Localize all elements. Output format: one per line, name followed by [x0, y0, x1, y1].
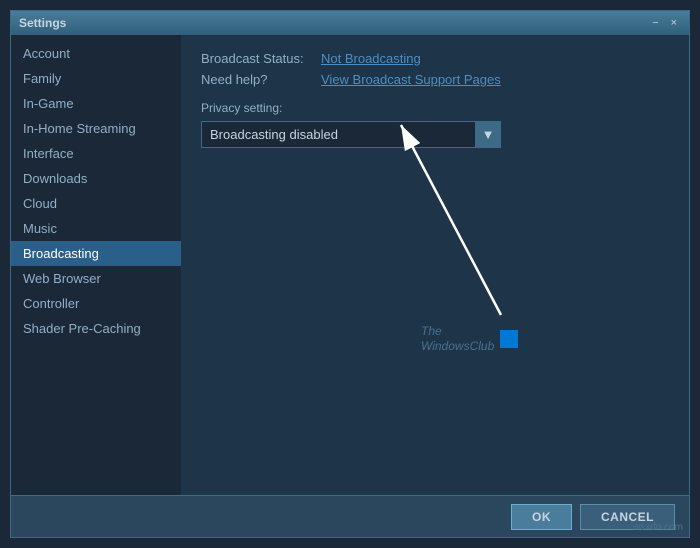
broadcast-status-label: Broadcast Status:: [201, 51, 321, 66]
sidebar-item-in-game[interactable]: In-Game: [11, 91, 181, 116]
sidebar-item-interface[interactable]: Interface: [11, 141, 181, 166]
privacy-dropdown-container: Broadcasting disabled Friends can watch …: [201, 121, 501, 148]
view-broadcast-support-link[interactable]: View Broadcast Support Pages: [321, 72, 501, 87]
broadcast-status-row: Broadcast Status: Not Broadcasting: [201, 51, 669, 66]
sidebar-item-family[interactable]: Family: [11, 66, 181, 91]
sidebar-item-web-browser[interactable]: Web Browser: [11, 266, 181, 291]
sidebar-item-account[interactable]: Account: [11, 41, 181, 66]
need-help-row: Need help? View Broadcast Support Pages: [201, 72, 669, 87]
watermark-icon: [500, 330, 518, 348]
titlebar-controls: − ×: [648, 15, 681, 31]
content-area: Account Family In-Game In-Home Streaming…: [11, 35, 689, 495]
ok-button[interactable]: OK: [511, 504, 572, 530]
sidebar-item-broadcasting[interactable]: Broadcasting: [11, 241, 181, 266]
sidebar-item-shader-pre-caching[interactable]: Shader Pre-Caching: [11, 316, 181, 341]
main-panel: Broadcast Status: Not Broadcasting Need …: [181, 35, 689, 495]
sidebar-item-in-home-streaming[interactable]: In-Home Streaming: [11, 116, 181, 141]
watermark: The WindowsClub: [421, 324, 518, 355]
titlebar: Settings − ×: [11, 11, 689, 35]
watermark-text: The WindowsClub: [421, 324, 494, 355]
sidebar-item-cloud[interactable]: Cloud: [11, 191, 181, 216]
sidebar-item-controller[interactable]: Controller: [11, 291, 181, 316]
sidebar-item-music[interactable]: Music: [11, 216, 181, 241]
privacy-setting-label: Privacy setting:: [201, 101, 669, 115]
window-title: Settings: [19, 16, 66, 30]
settings-window: Settings − × Account Family In-Game In-H…: [10, 10, 690, 538]
wsxdn-watermark: wsxdn.com: [633, 522, 683, 533]
close-button[interactable]: ×: [667, 15, 681, 31]
broadcast-status-value[interactable]: Not Broadcasting: [321, 51, 421, 66]
minimize-button[interactable]: −: [648, 15, 662, 31]
need-help-label: Need help?: [201, 72, 321, 87]
sidebar-item-downloads[interactable]: Downloads: [11, 166, 181, 191]
footer: OK CANCEL: [11, 495, 689, 537]
sidebar: Account Family In-Game In-Home Streaming…: [11, 35, 181, 495]
privacy-dropdown[interactable]: Broadcasting disabled Friends can watch …: [201, 121, 501, 148]
